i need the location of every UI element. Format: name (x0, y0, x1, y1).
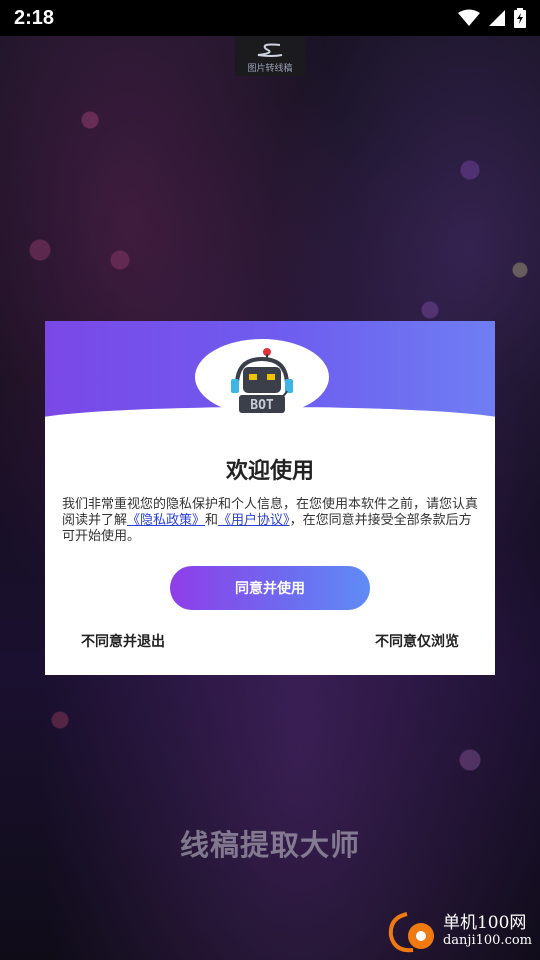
disagree-browse-button[interactable]: 不同意仅浏览 (375, 631, 459, 651)
battery-charging-icon (514, 8, 526, 28)
status-time: 2:18 (14, 6, 55, 29)
body-text-and: 和 (205, 513, 219, 528)
robot-label: BOT (250, 398, 274, 413)
dialog-header: BOT (45, 321, 495, 447)
dialog-body: 我们非常重视您的隐私保护和个人信息，在您使用本软件之前，请您认真阅读并了解《隐私… (62, 497, 480, 545)
robot-icon: BOT (231, 348, 293, 413)
watermark: 单机100网 danji100.com (385, 910, 532, 954)
privacy-policy-link[interactable]: 《隐私政策》 (127, 513, 205, 528)
agree-button[interactable]: 同意并使用 (170, 566, 370, 610)
app-name-title: 线稿提取大师 (179, 828, 360, 862)
app-logo: 图片转线稿 (235, 36, 305, 76)
user-agreement-link[interactable]: 《用户协议》 (218, 513, 290, 528)
dialog-title: 欢迎使用 (225, 459, 314, 484)
signal-icon (489, 10, 505, 26)
welcome-dialog: BOT 欢迎使用 我们非常重视您的隐私保护和个人信息，在您使用本软件之前，请您认… (45, 321, 495, 675)
watermark-url: danji100.com (442, 933, 532, 948)
watermark-logo-icon (388, 912, 434, 953)
app-logo-label: 图片转线稿 (247, 64, 293, 74)
watermark-title: 单机100网 (442, 913, 527, 933)
status-icons (458, 8, 526, 28)
disagree-exit-button[interactable]: 不同意并退出 (81, 631, 165, 651)
status-bar: 2:18 (0, 0, 540, 36)
wifi-icon (458, 9, 480, 26)
squiggle-logo-icon (257, 43, 283, 57)
robot-badge: BOT (195, 339, 329, 415)
